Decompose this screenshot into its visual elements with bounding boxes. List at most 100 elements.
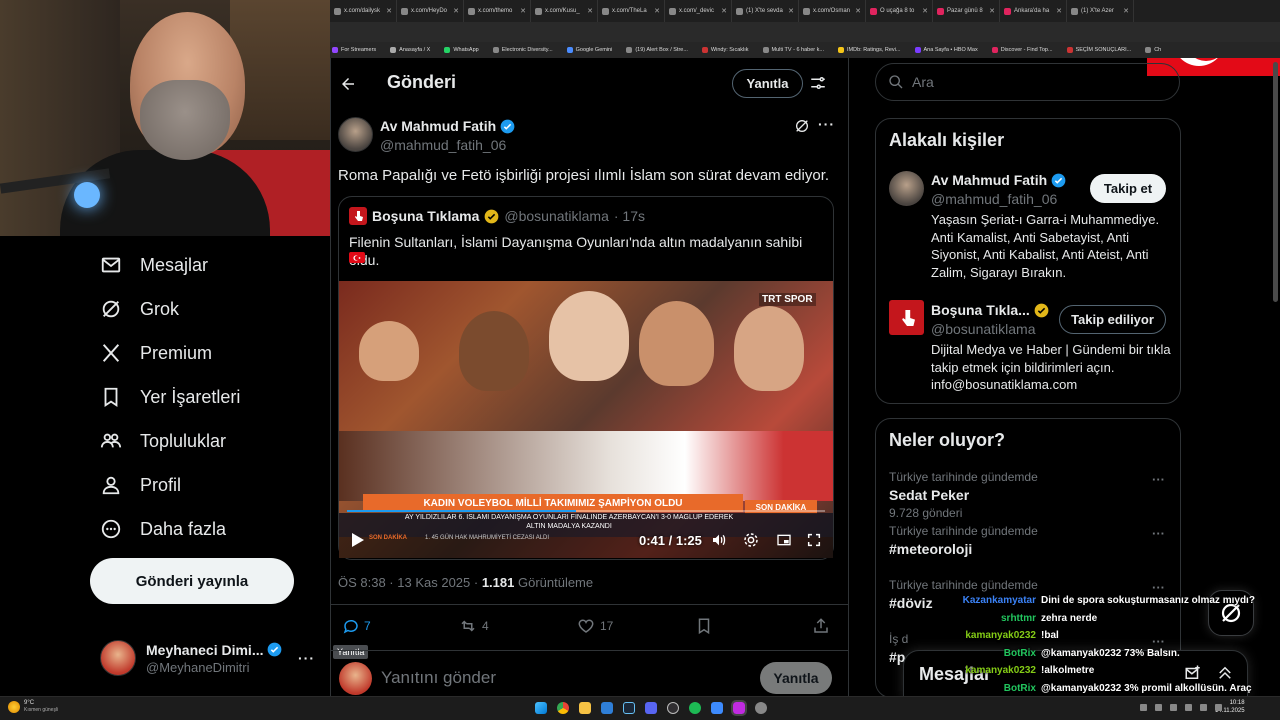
browser-tab[interactable]: (1) X'te sevda ✕ (732, 0, 799, 22)
explorer-icon[interactable] (579, 702, 591, 714)
video-progress-track[interactable] (347, 510, 825, 512)
volume-icon[interactable] (711, 532, 727, 548)
repost-action[interactable]: 4 (459, 617, 489, 635)
browser-tab[interactable]: Ankara'da ha ✕ (1000, 0, 1067, 22)
related-name-1[interactable]: Av Mahmud Fatih (931, 172, 1047, 188)
steam-icon[interactable] (623, 702, 635, 714)
bookmark-item[interactable]: SEÇİM SONUÇLARI... (1066, 47, 1131, 53)
browser-tab[interactable]: x.com/TheLa ✕ (598, 0, 665, 22)
tab-close-icon[interactable]: ✕ (386, 7, 392, 15)
page-scrollbar[interactable] (1273, 62, 1278, 302)
like-action[interactable]: 17 (577, 617, 613, 635)
bookmark-item[interactable]: Electronic Diversity... (492, 47, 553, 53)
fullscreen-icon[interactable] (806, 532, 822, 548)
tab-close-icon[interactable]: ✕ (453, 7, 459, 15)
post-more-icon[interactable]: ··· (818, 116, 835, 132)
new-message-icon[interactable] (1184, 664, 1202, 682)
bookmark-item[interactable]: (19) Alert Box / Stre... (626, 47, 688, 53)
address-bar[interactable] (330, 22, 1280, 42)
header-reply-button[interactable]: Yanıtla (732, 69, 803, 98)
settings-gear-icon[interactable] (743, 532, 759, 548)
browser-tab[interactable]: x.com/themo ✕ (464, 0, 531, 22)
trend-more-icon[interactable]: ··· (1152, 580, 1165, 595)
post-author-avatar[interactable] (338, 117, 373, 152)
views-count: 1.181 (481, 575, 515, 590)
bookmark-icon[interactable] (695, 617, 713, 635)
trend-item[interactable]: Türkiye tarihinde gündemde #meteoroloji (889, 524, 1169, 557)
sidebar-item-person[interactable]: Profil (100, 470, 181, 500)
reply-input[interactable]: Yanıtını gönder (381, 668, 496, 688)
more-icon[interactable]: ··· (298, 650, 315, 666)
tab-close-icon[interactable]: ✕ (654, 7, 660, 15)
sidebar-item-more-circle[interactable]: Daha fazla (100, 514, 226, 544)
bookmark-item[interactable]: Discover - Find Top... (991, 47, 1053, 53)
share-icon[interactable] (812, 617, 830, 635)
bookmark-item[interactable]: For Streamers (332, 47, 376, 53)
sidebar-item-communities[interactable]: Topluluklar (100, 426, 226, 456)
tab-close-icon[interactable]: ✕ (520, 7, 526, 15)
app-icon-2[interactable] (711, 702, 723, 714)
bookmark-item[interactable]: IMDb: Ratings, Revi... (838, 47, 901, 53)
post-author-handle[interactable]: @mahmud_fatih_06 (380, 137, 506, 153)
bookmark-favicon-icon (390, 47, 397, 53)
post-timestamp[interactable]: ÖS 8:38 · 13 Kas 2025 · (338, 575, 482, 590)
reply-settings-icon[interactable] (809, 74, 827, 92)
related-name-2[interactable]: Boşuna Tıkla... (931, 302, 1030, 318)
app-icon-4[interactable] (755, 702, 767, 714)
following-button[interactable]: Takip ediliyor (1059, 305, 1166, 334)
bookmark-item[interactable]: WhatsApp (444, 47, 479, 53)
browser-tab[interactable]: x.com/_devic ✕ (665, 0, 732, 22)
browser-tab[interactable]: (1) X'te Azer ✕ (1067, 0, 1134, 22)
start-icon[interactable] (535, 702, 547, 714)
back-arrow-icon[interactable] (339, 74, 357, 94)
system-tray[interactable] (1140, 704, 1222, 711)
discord-icon[interactable] (645, 702, 657, 714)
trend-more-icon[interactable]: ··· (1152, 472, 1165, 487)
browser-tab[interactable]: x.com/dailysk ✕ (330, 0, 397, 22)
tab-close-icon[interactable]: ✕ (922, 7, 928, 15)
grok-icon[interactable] (794, 118, 810, 134)
browser-tab[interactable]: x.com/HeyDo ✕ (397, 0, 464, 22)
bookmark-item[interactable]: Anasayfa / X (390, 47, 430, 53)
app-icon[interactable] (601, 702, 613, 714)
tab-close-icon[interactable]: ✕ (1123, 7, 1129, 15)
tab-close-icon[interactable]: ✕ (788, 7, 794, 15)
related-avatar-1[interactable] (889, 171, 924, 206)
video-player[interactable]: TRT SPOR KADIN VOLEYBOL MİLLİ TAKIMIMIZ … (339, 281, 833, 558)
tab-close-icon[interactable]: ✕ (587, 7, 593, 15)
spotify-icon[interactable] (689, 702, 701, 714)
sidebar-item-bookmark[interactable]: Yer İşaretleri (100, 382, 240, 412)
reply-action[interactable]: 7 (342, 617, 371, 635)
sidebar-item-x-logo[interactable]: Premium (100, 338, 212, 368)
browser-tab[interactable]: x.com/Osman ✕ (799, 0, 866, 22)
post-author-name[interactable]: Av Mahmud Fatih (380, 118, 496, 134)
obs-icon[interactable] (667, 702, 679, 714)
browser-tab[interactable]: Pazar günü 8 ✕ (933, 0, 1000, 22)
tab-close-icon[interactable]: ✕ (1056, 7, 1062, 15)
bookmark-item[interactable]: Google Gemini (566, 47, 612, 53)
related-avatar-2[interactable] (889, 300, 924, 335)
tab-close-icon[interactable]: ✕ (855, 7, 861, 15)
pip-icon[interactable] (776, 532, 792, 548)
account-switcher[interactable]: Meyhaneci Dimi... @MeyhaneDimitri ··· (100, 636, 315, 680)
post-button[interactable]: Gönderi yayınla (90, 558, 294, 604)
bookmark-item[interactable]: Ana Sayfa • HBO Max (914, 47, 978, 53)
sidebar-item-envelope[interactable]: Mesajlar (100, 250, 208, 280)
follow-button[interactable]: Takip et (1090, 174, 1166, 203)
trend-more-icon[interactable]: ··· (1152, 526, 1165, 541)
tab-close-icon[interactable]: ✕ (989, 7, 995, 15)
trend-item[interactable]: Türkiye tarihinde gündemde Sedat Peker 9.7… (889, 470, 1169, 520)
bookmark-item[interactable]: Ch (1145, 47, 1161, 53)
browser-tab[interactable]: O uçağa 8 to ✕ (866, 0, 933, 22)
browser-tab[interactable]: x.com/Kusu_ ✕ (531, 0, 598, 22)
bookmark-item[interactable]: Multi TV - 6 haber k... (762, 47, 824, 53)
bookmark-item[interactable]: Windy: Sıcaklık (701, 47, 749, 53)
search-box[interactable]: Ara (875, 63, 1180, 101)
expand-dock-icon[interactable] (1216, 664, 1234, 682)
app-icon-3[interactable] (731, 700, 747, 716)
tab-close-icon[interactable]: ✕ (721, 7, 727, 15)
chrome-icon[interactable] (557, 702, 569, 714)
play-icon[interactable] (351, 532, 365, 548)
reply-submit-button[interactable]: Yanıtla (760, 662, 832, 694)
sidebar-item-grok[interactable]: Grok (100, 294, 179, 324)
